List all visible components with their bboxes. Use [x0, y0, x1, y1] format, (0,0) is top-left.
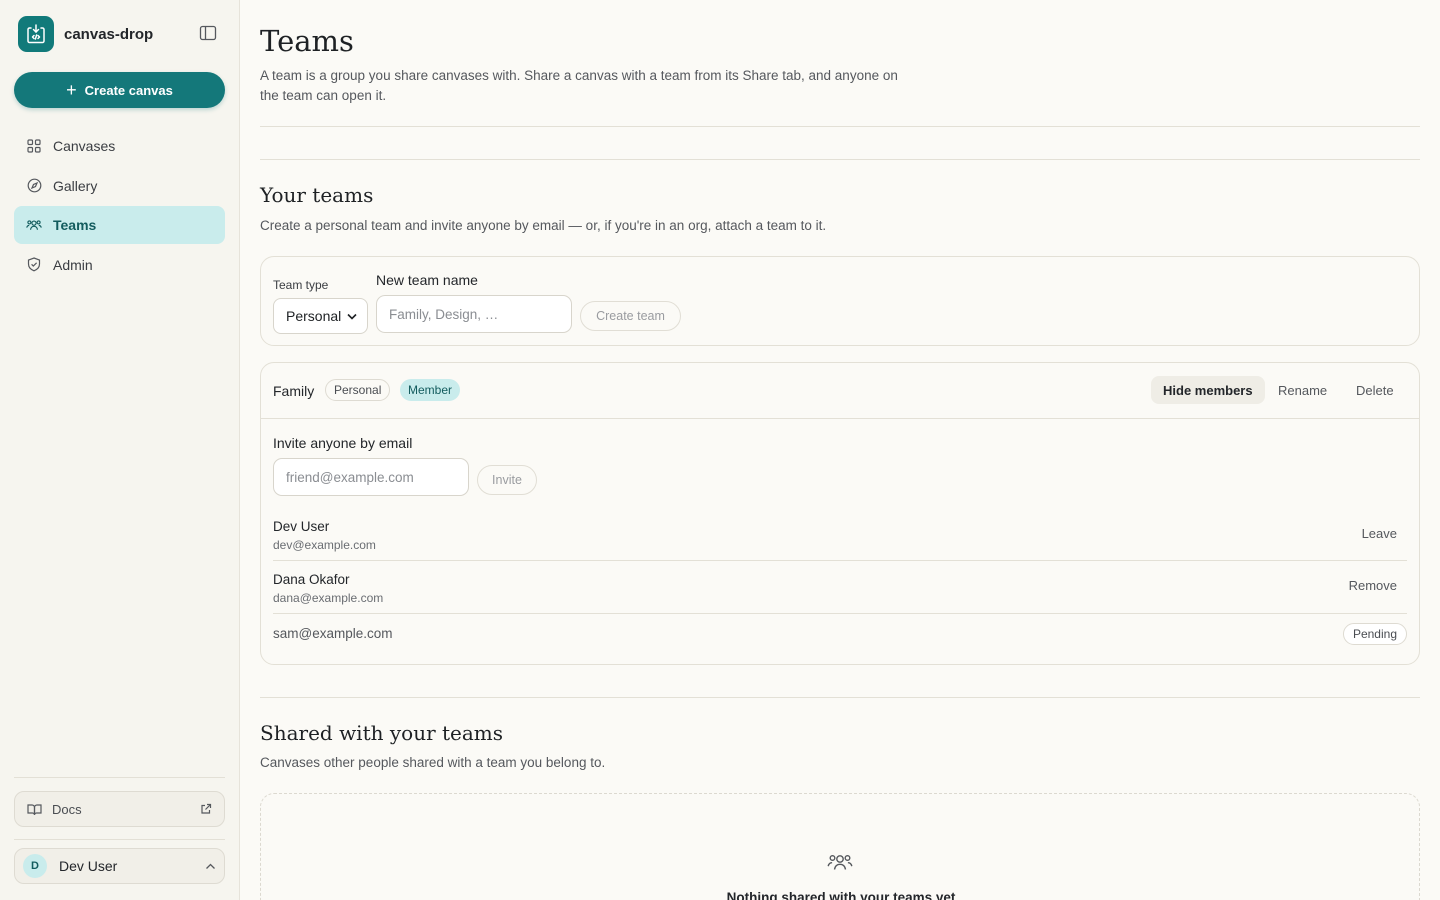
user-name: Dev User	[59, 858, 118, 874]
role-badge: Member	[400, 379, 461, 401]
team-type-label: Team type	[273, 278, 329, 292]
hide-members-button[interactable]: Hide members	[1151, 376, 1265, 404]
new-team-name-input[interactable]: Family, Design, …	[376, 295, 572, 333]
new-team-name-placeholder: Family, Design, …	[389, 306, 499, 322]
new-team-name-label: New team name	[376, 272, 478, 288]
sidebar-item-admin[interactable]: Admin	[14, 246, 225, 284]
brand[interactable]: canvas-drop	[18, 16, 153, 52]
sidebar-item-label: Admin	[53, 256, 93, 273]
main-content: Teams A team is a group you share canvas…	[260, 0, 1420, 900]
remove-member-button[interactable]: Remove	[1349, 578, 1397, 593]
rename-team-button[interactable]: Rename	[1266, 376, 1339, 404]
sidebar-nav: Canvases Gallery Teams Admin	[14, 127, 225, 285]
create-canvas-button[interactable]: + Create canvas	[14, 72, 225, 108]
sidebar-item-label: Gallery	[53, 177, 98, 194]
pending-email: sam@example.com	[273, 626, 393, 641]
invite-button-label: Invite	[492, 473, 522, 487]
team-type-value: Personal	[286, 308, 342, 324]
user-menu-button[interactable]: D Dev User	[14, 848, 225, 884]
divider	[260, 697, 1420, 698]
page-title: Teams	[260, 24, 354, 58]
invite-email-placeholder: friend@example.com	[286, 469, 414, 485]
app-logo-icon	[18, 16, 54, 52]
member-row: Dana Okafor dana@example.com Remove	[273, 561, 1407, 614]
sidebar-item-label: Teams	[53, 217, 97, 233]
grid-icon	[26, 138, 42, 154]
team-type-select[interactable]: Personal	[273, 298, 368, 334]
invite-email-input[interactable]: friend@example.com	[273, 458, 469, 496]
users-icon	[26, 217, 42, 233]
shared-empty-state: Nothing shared with your teams yet	[260, 793, 1420, 900]
shared-description: Canvases other people shared with a team…	[260, 755, 606, 770]
sidebar-divider	[14, 777, 225, 778]
shield-check-icon	[26, 257, 42, 273]
invite-button[interactable]: Invite	[477, 465, 537, 495]
pending-invite-row: sam@example.com Pending	[273, 614, 1407, 654]
member-name: Dana Okafor	[273, 572, 350, 587]
member-row: Dev User dev@example.com Leave	[273, 515, 1407, 561]
plus-icon: +	[66, 80, 77, 100]
team-name: Family	[273, 383, 315, 399]
create-team-form: Team type Personal New team name Family,…	[260, 256, 1420, 346]
delete-team-button[interactable]: Delete	[1344, 376, 1406, 404]
sidebar-item-canvases[interactable]: Canvases	[14, 127, 225, 165]
sidebar-item-label: Canvases	[53, 138, 116, 154]
team-header: Family Personal Member Hide members Rena…	[261, 363, 1419, 419]
docs-label: Docs	[52, 801, 82, 817]
your-teams-heading: Your teams	[260, 183, 374, 207]
pending-badge: Pending	[1342, 623, 1407, 645]
empty-state-text: Nothing shared with your teams yet	[726, 890, 956, 900]
invite-label: Invite anyone by email	[273, 435, 413, 451]
external-link-icon	[200, 803, 212, 815]
create-canvas-label: Create canvas	[84, 82, 173, 98]
sidebar-item-gallery[interactable]: Gallery	[14, 167, 225, 205]
chevron-down-icon	[347, 313, 357, 320]
create-team-label: Create team	[596, 309, 665, 323]
sidebar-toggle-icon[interactable]	[199, 25, 219, 43]
sidebar-divider	[14, 839, 225, 840]
leave-team-button[interactable]: Leave	[1362, 526, 1397, 541]
compass-icon	[26, 178, 42, 194]
shared-heading: Shared with your teams	[260, 721, 504, 745]
page-description: A team is a group you share canvases wit…	[260, 68, 898, 103]
chevron-up-icon	[205, 863, 216, 870]
team-card: Family Personal Member Hide members Rena…	[260, 362, 1420, 665]
docs-link[interactable]: Docs	[14, 791, 225, 827]
sidebar-item-teams[interactable]: Teams	[14, 206, 225, 244]
avatar: D	[23, 854, 47, 878]
divider	[260, 159, 1420, 160]
sidebar: canvas-drop + Create canvas Canvases Gal…	[0, 0, 240, 900]
member-email: dev@example.com	[273, 538, 376, 552]
users-icon	[827, 852, 853, 879]
your-teams-description: Create a personal team and invite anyone…	[260, 218, 827, 233]
team-type-badge: Personal	[325, 379, 391, 401]
app-name: canvas-drop	[64, 25, 154, 43]
member-name: Dev User	[273, 519, 330, 534]
divider	[260, 126, 1420, 127]
create-team-button[interactable]: Create team	[580, 301, 681, 331]
member-email: dana@example.com	[273, 591, 384, 605]
book-icon	[27, 803, 42, 816]
